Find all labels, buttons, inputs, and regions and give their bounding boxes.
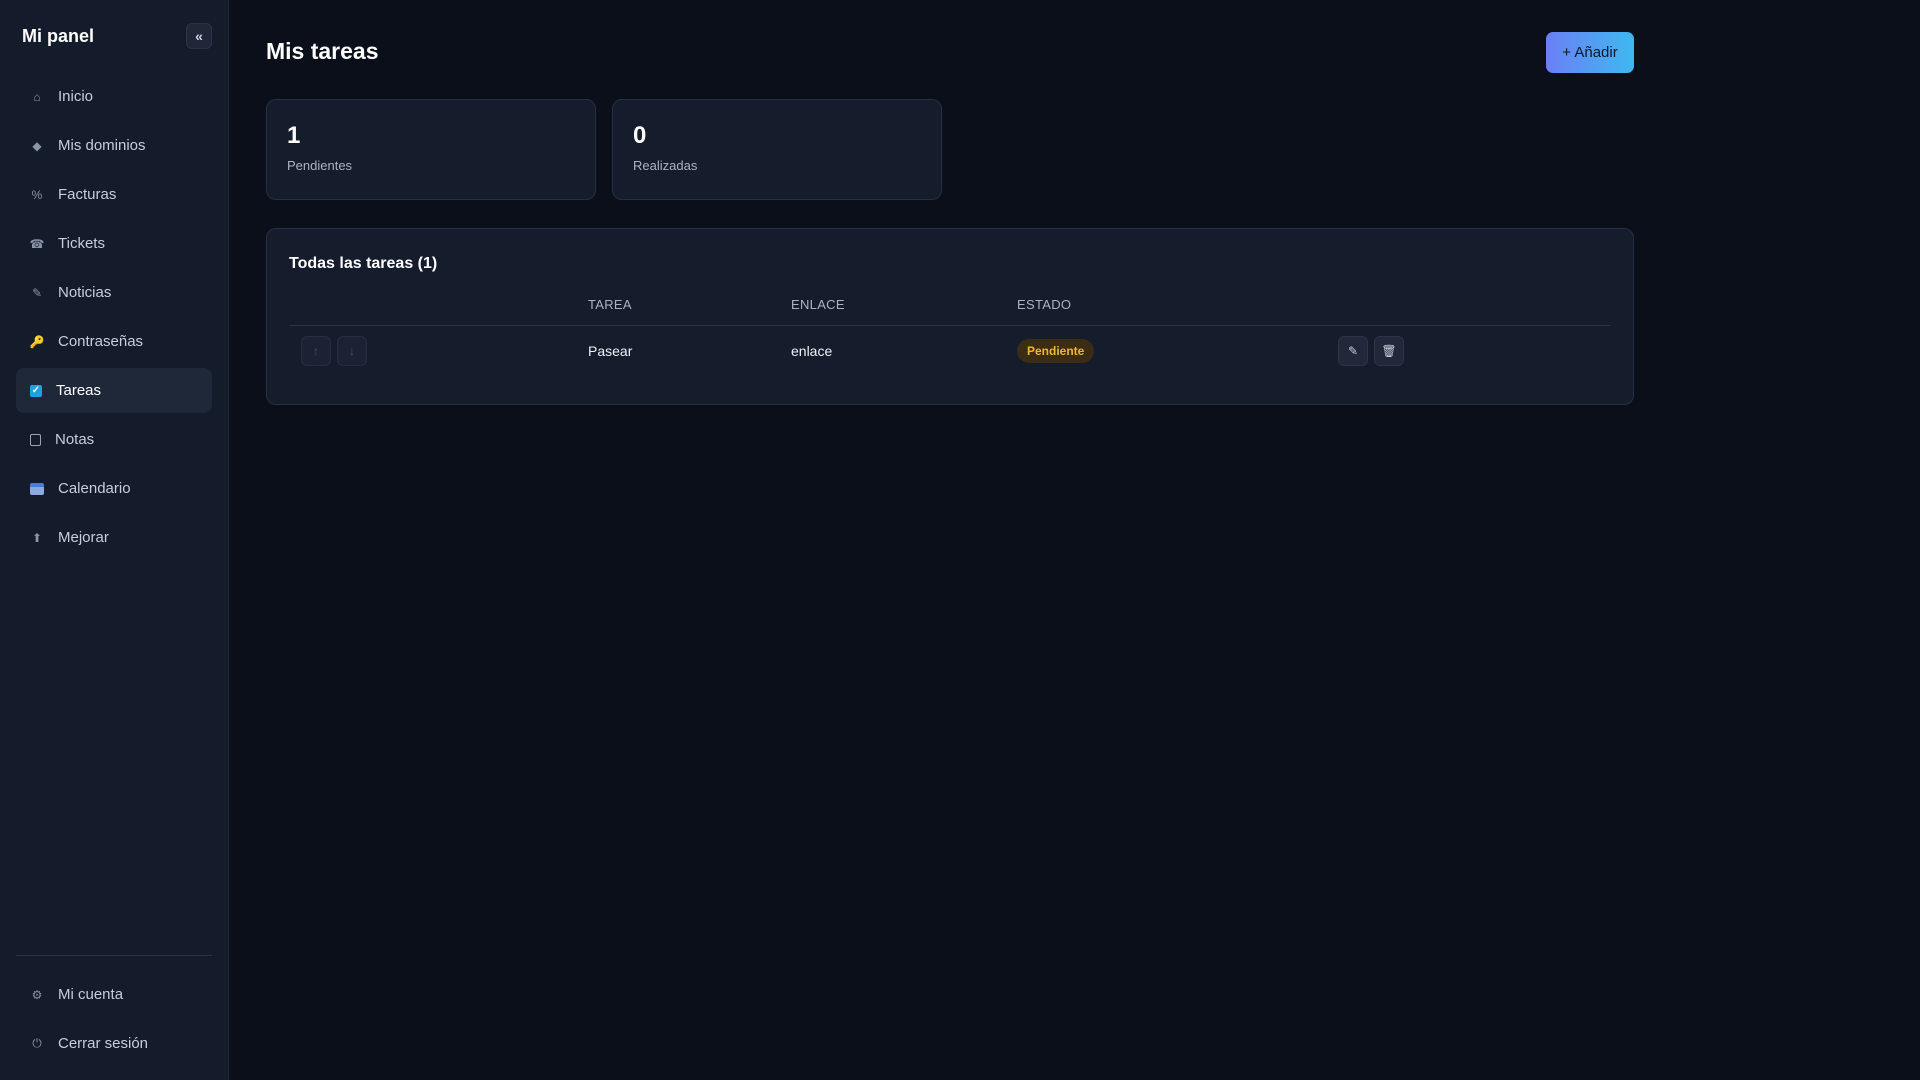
column-header-status: ESTADO: [1017, 297, 1072, 312]
page-header: Mis tareas + Añadir: [266, 0, 1634, 106]
sidebar: Mi panel « ⌂ Inicio ◆ Mis dominios % Fac…: [0, 0, 229, 1080]
ticket-icon: ☎: [29, 236, 45, 251]
collapse-sidebar-button[interactable]: «: [186, 23, 212, 49]
tasks-panel: Todas las tareas (1) TAREA ENLACE ESTADO…: [266, 228, 1634, 405]
table-row: ↑ ↓ Pasear enlace Pendiente ✎ 🗑: [289, 326, 1611, 376]
stat-value: 1: [287, 122, 301, 149]
calendar-icon: [30, 482, 44, 495]
column-move: [289, 297, 588, 325]
pencil-icon: ✎: [1347, 344, 1359, 358]
move-controls: ↑ ↓: [289, 336, 588, 366]
key-icon: 🔑: [29, 334, 45, 349]
table-header: TAREA ENLACE ESTADO: [289, 297, 1611, 326]
sidebar-header: Mi panel «: [16, 0, 212, 72]
sidebar-item-mi-cuenta[interactable]: ⚙ Mi cuenta: [16, 972, 212, 1017]
sidebar-item-facturas[interactable]: % Facturas: [16, 172, 212, 217]
tasks-title: Todas las tareas (1): [289, 255, 438, 272]
sidebar-item-label: Notas: [55, 431, 95, 448]
stat-card-realizadas: 0 Realizadas: [612, 99, 942, 200]
stat-value: 0: [633, 122, 647, 149]
main-content: Mis tareas + Añadir 1 Pendientes 0 Reali…: [229, 0, 1920, 1080]
sidebar-nav: ⌂ Inicio ◆ Mis dominios % Facturas ☎ Tic…: [16, 74, 212, 560]
arrow-up-icon: ⬆: [31, 530, 43, 545]
sidebar-item-label: Cerrar sesión: [58, 1035, 149, 1052]
gear-icon: ⚙: [31, 987, 43, 1002]
double-chevron-left-icon: «: [195, 28, 203, 44]
sidebar-bottom-nav: ⚙ Mi cuenta ⏻ Cerrar sesión: [16, 972, 212, 1066]
sidebar-item-label: Mi cuenta: [58, 986, 124, 1003]
column-header-link: ENLACE: [791, 297, 845, 312]
home-icon: ⌂: [33, 89, 41, 104]
page-title: Mis tareas: [266, 38, 379, 64]
sidebar-item-label: Mejorar: [58, 529, 109, 546]
sidebar-item-inicio[interactable]: ⌂ Inicio: [16, 74, 212, 119]
sidebar-item-label: Tickets: [58, 235, 105, 252]
move-down-button[interactable]: ↓: [337, 336, 367, 366]
sidebar-item-label: Noticias: [58, 284, 112, 301]
sidebar-item-label: Contraseñas: [58, 333, 144, 350]
add-task-button[interactable]: + Añadir: [1546, 32, 1634, 73]
sidebar-item-mis-dominios[interactable]: ◆ Mis dominios: [16, 123, 212, 168]
stat-label: Realizadas: [633, 158, 698, 173]
column-header-task: TAREA: [588, 297, 632, 312]
sidebar-item-notas[interactable]: Notas: [16, 417, 212, 462]
edit-task-button[interactable]: ✎: [1338, 336, 1368, 366]
status-badge: Pendiente: [1017, 339, 1095, 363]
stat-label: Pendientes: [287, 158, 353, 173]
sidebar-item-label: Inicio: [58, 88, 94, 105]
percent-icon: %: [31, 187, 43, 202]
trash-icon: 🗑: [1381, 344, 1397, 358]
sidebar-item-label: Mis dominios: [58, 137, 146, 154]
move-up-button[interactable]: ↑: [301, 336, 331, 366]
sidebar-item-tareas[interactable]: ✓ Tareas: [16, 368, 212, 413]
brand-title: Mi panel: [22, 25, 95, 46]
delete-task-button[interactable]: 🗑: [1374, 336, 1404, 366]
pencil-icon: ✎: [31, 285, 43, 300]
task-link[interactable]: enlace: [791, 343, 1017, 359]
diamond-icon: ◆: [32, 138, 42, 153]
sidebar-item-cerrar-sesion[interactable]: ⏻ Cerrar sesión: [16, 1021, 212, 1066]
sidebar-item-mejorar[interactable]: ⬆ Mejorar: [16, 515, 212, 560]
note-icon: [30, 433, 41, 446]
stat-card-pendientes: 1 Pendientes: [266, 99, 596, 200]
power-icon: ⏻: [32, 1036, 42, 1050]
sidebar-item-tickets[interactable]: ☎ Tickets: [16, 221, 212, 266]
row-actions: ✎ 🗑: [1338, 336, 1404, 366]
arrow-down-icon: ↓: [349, 344, 355, 358]
arrow-up-icon: ↑: [313, 344, 319, 358]
sidebar-item-calendario[interactable]: Calendario: [16, 466, 212, 511]
sidebar-item-noticias[interactable]: ✎ Noticias: [16, 270, 212, 315]
sidebar-item-label: Facturas: [58, 186, 117, 203]
stats-row: 1 Pendientes 0 Realizadas: [266, 99, 1920, 200]
sidebar-item-label: Tareas: [56, 382, 102, 399]
tasks-table: TAREA ENLACE ESTADO ↑ ↓ Pasear enlace Pe…: [289, 297, 1611, 376]
task-name: Pasear: [588, 343, 633, 359]
sidebar-item-contrasenas[interactable]: 🔑 Contraseñas: [16, 319, 212, 364]
sidebar-divider: [16, 955, 212, 956]
checkbox-icon: ✓: [30, 384, 42, 397]
app-root: Mi panel « ⌂ Inicio ◆ Mis dominios % Fac…: [0, 0, 1920, 1080]
status-cell: Pendiente: [1017, 339, 1338, 363]
sidebar-item-label: Calendario: [58, 480, 131, 497]
